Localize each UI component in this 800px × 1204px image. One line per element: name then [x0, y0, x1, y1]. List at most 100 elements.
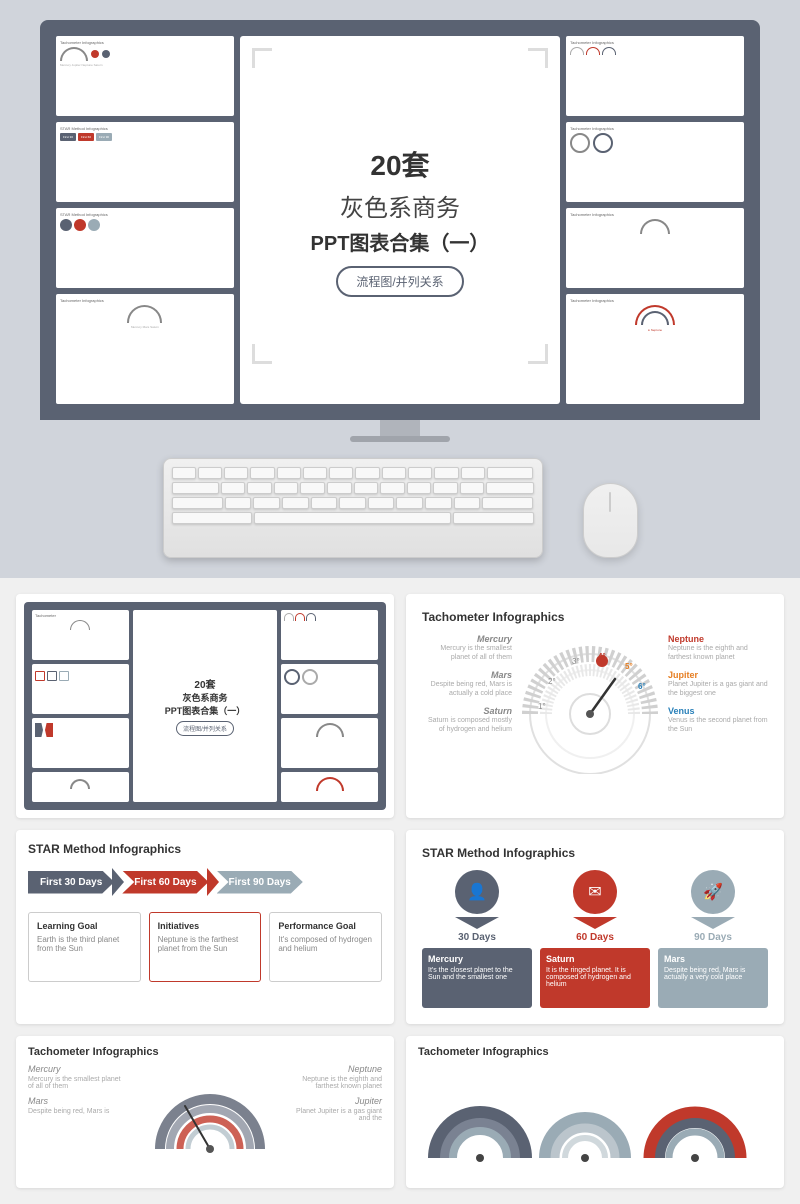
- arrow-2: [573, 917, 617, 929]
- star-box-2: Initiatives Neptune is the farthest plan…: [149, 912, 262, 982]
- sp-mini-3: [32, 718, 129, 768]
- tach-bottom-right-card: Tachometer Infographics: [406, 1036, 784, 1188]
- key: [327, 482, 352, 494]
- slide-preview-card: Tachometer: [16, 594, 394, 818]
- key: [454, 497, 481, 509]
- key: [407, 482, 432, 494]
- key: [433, 482, 458, 494]
- key: [453, 512, 533, 524]
- key: [172, 497, 223, 509]
- star2-col-1: 👤 30 Days Mercury It's the closest plane…: [422, 870, 532, 1008]
- main-title-line1: 20套: [370, 144, 429, 184]
- key: [408, 467, 432, 479]
- key: [282, 497, 309, 509]
- person-icon: 👤: [467, 882, 487, 902]
- key: [311, 497, 338, 509]
- main-content: Tachometer: [0, 578, 800, 1204]
- svg-text:5°: 5°: [625, 662, 633, 671]
- key: [486, 482, 533, 494]
- spacebar: [254, 512, 452, 524]
- jupiter-label: Jupiter Planet Jupiter is a gas giant an…: [668, 670, 768, 698]
- saturn-label: Saturn Saturn is composed mostly of hydr…: [422, 706, 512, 734]
- step-30-days: First 30 Days: [28, 871, 114, 894]
- sp-grid: Tachometer: [32, 610, 378, 802]
- svg-text:1°: 1°: [538, 702, 546, 711]
- star-boxes: Learning Goal Earth is the third planet …: [28, 912, 382, 982]
- star-method-2-title: STAR Method Infographics: [422, 846, 768, 860]
- thumb-r3: Tachometer Infographics: [566, 208, 744, 288]
- slide-preview-inner: Tachometer: [24, 602, 386, 810]
- center-slide: 20套 灰色系商务 PPT图表合集（一） 流程图/并列关系: [240, 36, 560, 404]
- key: [354, 482, 379, 494]
- star-steps: First 30 Days First 60 Days First 90 Day…: [28, 868, 382, 896]
- key: [380, 482, 405, 494]
- star2-content-1: Mercury It's the closest planet to the S…: [422, 948, 532, 1008]
- thumb-3: STAR Method Infographics: [56, 208, 234, 288]
- key: [250, 467, 274, 479]
- arrow-1: [455, 917, 499, 929]
- mail-icon: ✉: [588, 882, 601, 902]
- top-section: Tachometer Infographics Mercury Jupiter …: [0, 0, 800, 442]
- star2-col-3: 🚀 90 Days Mars Despite being red, Mars i…: [658, 870, 768, 1008]
- monitor-inner: Tachometer Infographics Mercury Jupiter …: [50, 30, 750, 410]
- key: [247, 482, 272, 494]
- sp-mini-r2: [281, 664, 378, 714]
- gauge-svg-container: 1° 2° 3° 4° 5° 6°: [520, 634, 660, 779]
- main-subtitle: 流程图/并列关系: [336, 266, 463, 297]
- main-title-line2: 灰色系商务: [340, 188, 460, 223]
- star2-icon-2: ✉: [573, 870, 617, 914]
- monitor-frame: Tachometer Infographics Mercury Jupiter …: [40, 20, 760, 420]
- key: [253, 497, 280, 509]
- arc-graphic: [136, 1064, 284, 1174]
- keyboard-section: [0, 442, 800, 578]
- mouse: [583, 483, 638, 558]
- keyboard: [163, 458, 543, 558]
- rocket-icon: 🚀: [703, 882, 723, 902]
- key: [487, 467, 534, 479]
- step-60-days: First 60 Days: [122, 871, 208, 894]
- sp-mini-r3: [281, 718, 378, 768]
- key: [198, 467, 222, 479]
- tachometer-content: Mercury Mercury is the smallest planet o…: [422, 634, 768, 779]
- right-planet-labels: Neptune Neptune is the eighth and farthe…: [668, 634, 768, 735]
- star-box-3: Performance Goal It's composed of hydrog…: [269, 912, 382, 982]
- thumb-1: Tachometer Infographics Mercury Jupiter …: [56, 36, 234, 116]
- sp-right: [281, 610, 378, 802]
- star2-columns: 👤 30 Days Mercury It's the closest plane…: [422, 870, 768, 1008]
- thumb-r2: Tachometer Infographics: [566, 122, 744, 202]
- left-thumbnails: Tachometer Infographics Mercury Jupiter …: [56, 36, 234, 404]
- sp-mini-4: [32, 772, 129, 802]
- key: [172, 512, 252, 524]
- right-thumbnails: Tachometer Infographics Tachometer Infog…: [566, 36, 744, 404]
- tach-bottom-left-content: Mercury Mercury is the smallest planet o…: [28, 1064, 382, 1174]
- key: [303, 467, 327, 479]
- tachometer-title: Tachometer Infographics: [422, 610, 768, 624]
- right-labels: Neptune Neptune is the eighth and farthe…: [292, 1064, 382, 1174]
- venus-label: Venus Venus is the second planet from th…: [668, 706, 768, 734]
- sp-mini-r1: [281, 610, 378, 660]
- mercury-label: Mercury Mercury is the smallest planet o…: [422, 634, 512, 662]
- tach-bottom-right-title: Tachometer Infographics: [418, 1046, 772, 1058]
- tachometer-card: Tachometer Infographics Mercury Mercury …: [406, 594, 784, 818]
- key: [277, 467, 301, 479]
- left-planet-labels: Mercury Mercury is the smallest planet o…: [422, 634, 512, 735]
- key: [172, 467, 196, 479]
- key: [368, 497, 395, 509]
- star2-icon-3: 🚀: [691, 870, 735, 914]
- tach-bottom-left-card: Tachometer Infographics Mercury Mercury …: [16, 1036, 394, 1188]
- star-method-1-title: STAR Method Infographics: [28, 842, 382, 856]
- mini-arcs-container: [418, 1068, 772, 1178]
- sp-center: 20套 灰色系商务 PPT图表合集（一） 流程图/并列关系: [133, 610, 278, 802]
- sp-mini-r4: [281, 772, 378, 802]
- star-method-card-1: STAR Method Infographics First 30 Days F…: [16, 830, 394, 1024]
- star2-icon-1: 👤: [455, 870, 499, 914]
- star-box-1: Learning Goal Earth is the third planet …: [28, 912, 141, 982]
- svg-text:3°: 3°: [572, 657, 580, 666]
- star2-content-3: Mars Despite being red, Mars is actually…: [658, 948, 768, 1008]
- main-title-line3: PPT图表合集（一）: [311, 227, 490, 256]
- key: [355, 467, 379, 479]
- key: [274, 482, 299, 494]
- star2-col-2: ✉ 60 Days Saturn It is the ringed planet…: [540, 870, 650, 1008]
- star2-content-2: Saturn It is the ringed planet. It is co…: [540, 948, 650, 1008]
- key: [434, 467, 458, 479]
